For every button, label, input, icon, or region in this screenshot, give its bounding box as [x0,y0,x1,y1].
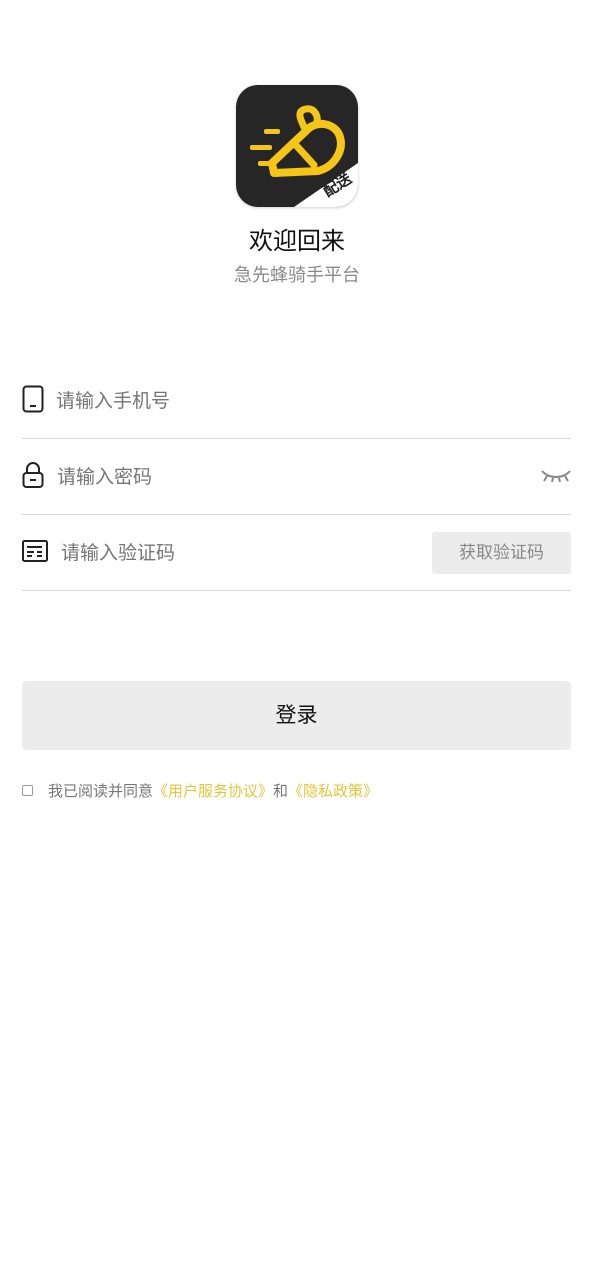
agreement-prefix: 我已阅读并同意 [48,781,154,800]
phone-field[interactable] [22,364,571,439]
phone-input[interactable] [54,389,418,413]
terms-link[interactable]: 《用户服务协议》 [153,780,273,801]
code-input[interactable] [59,541,423,565]
agreement-checkbox[interactable] [22,784,33,796]
verification-code-icon [22,540,48,566]
code-field[interactable]: 获取验证码 [22,516,571,591]
page-subtitle: 急先蜂骑手平台 [234,265,360,286]
get-code-button[interactable]: 获取验证码 [432,532,571,574]
page-title: 欢迎回来 [249,227,345,255]
lock-icon [22,461,44,493]
agreement-conjunction: 和 [273,781,289,800]
app-logo: 配送 [236,85,358,207]
privacy-link[interactable]: 《隐私政策》 [288,780,378,801]
eye-closed-icon[interactable] [541,467,571,487]
password-input[interactable] [55,465,419,489]
password-field[interactable] [22,440,571,515]
phone-icon [22,385,44,417]
login-button[interactable]: 登录 [22,681,571,750]
agreement-row: 我已阅读并同意 《用户服务协议》 和 《隐私政策》 [22,779,378,801]
